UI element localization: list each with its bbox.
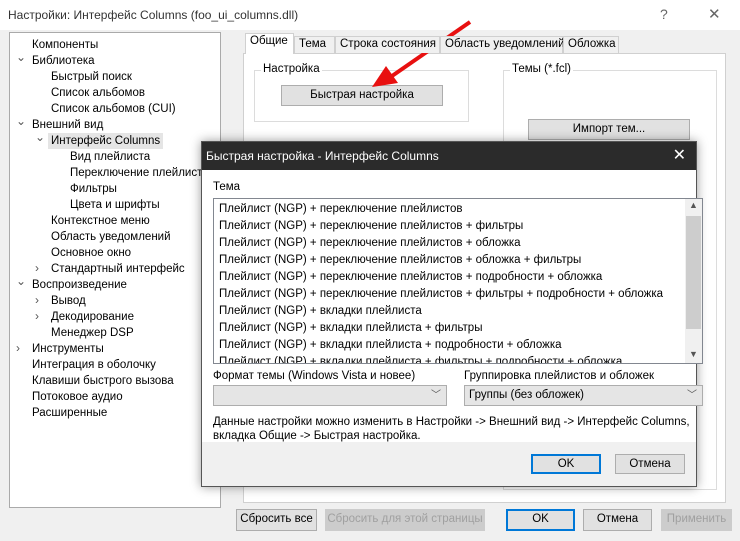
theme-label: Тема	[213, 181, 241, 193]
scroll-up-icon[interactable]: ▲	[689, 200, 698, 210]
note-line-1: Данные настройки можно изменить в Настро…	[213, 416, 690, 428]
theme-list-item[interactable]: Плейлист (NGP) + переключение плейлистов…	[219, 286, 663, 303]
dialog-cancel-button[interactable]: Отмена	[615, 454, 685, 474]
theme-list-item[interactable]: Плейлист (NGP) + вкладки плейлиста + фил…	[219, 354, 622, 363]
theme-list-item[interactable]: Плейлист (NGP) + переключение плейлистов…	[219, 252, 581, 269]
dialog-title-bar: Быстрая настройка - Интерфейс Columns ✕	[202, 142, 696, 170]
quick-setup-dialog: Быстрая настройка - Интерфейс Columns ✕ …	[201, 141, 703, 487]
theme-list-item[interactable]: Плейлист (NGP) + переключение плейлистов	[219, 201, 463, 218]
tab-1[interactable]: Тема	[294, 36, 335, 53]
dialog-ok-button[interactable]: OK	[531, 454, 601, 474]
note-line-2: вкладка Общие -> Быстрая настройка.	[213, 430, 421, 442]
tab-0[interactable]: Общие	[245, 33, 294, 54]
theme-list[interactable]: Плейлист (NGP) + вкладки плейлиста + фил…	[213, 198, 703, 364]
tab-2[interactable]: Строка состояния	[335, 36, 440, 53]
format-select[interactable]: ﹀	[213, 385, 447, 406]
tab-4[interactable]: Обложка	[563, 36, 619, 53]
grouping-select[interactable]: Группы (без обложек) ﹀	[464, 385, 703, 406]
grouping-value: Группы (без обложек)	[469, 389, 584, 401]
theme-list-item[interactable]: Плейлист (NGP) + вкладки плейлиста + фил…	[219, 320, 482, 337]
tab-3[interactable]: Область уведомлений	[440, 36, 565, 53]
chevron-down-icon: ﹀	[687, 390, 697, 401]
format-label: Формат темы (Windows Vista и новее)	[213, 370, 416, 382]
scroll-down-icon[interactable]: ▼	[689, 349, 698, 359]
theme-list-item[interactable]: Плейлист (NGP) + вкладки плейлиста	[219, 303, 422, 320]
theme-list-item[interactable]: Плейлист (NGP) + переключение плейлистов…	[219, 269, 602, 286]
theme-list-item[interactable]: Плейлист (NGP) + переключение плейлистов…	[219, 235, 521, 252]
theme-list-item[interactable]: Плейлист (NGP) + вкладки плейлиста + под…	[219, 337, 562, 354]
grouping-label: Группировка плейлистов и обложек	[464, 370, 655, 382]
dialog-body: Тема Плейлист (NGP) + вкладки плейлиста …	[202, 170, 703, 442]
scrollbar-thumb[interactable]	[686, 216, 701, 329]
theme-list-item[interactable]: Плейлист (NGP) + переключение плейлистов…	[219, 218, 523, 235]
dialog-title: Быстрая настройка - Интерфейс Columns	[206, 149, 439, 163]
chevron-down-icon: ﹀	[431, 390, 441, 401]
theme-list-scrollbar[interactable]: ▲ ▼	[685, 199, 702, 363]
dialog-close-button[interactable]: ✕	[673, 142, 686, 170]
